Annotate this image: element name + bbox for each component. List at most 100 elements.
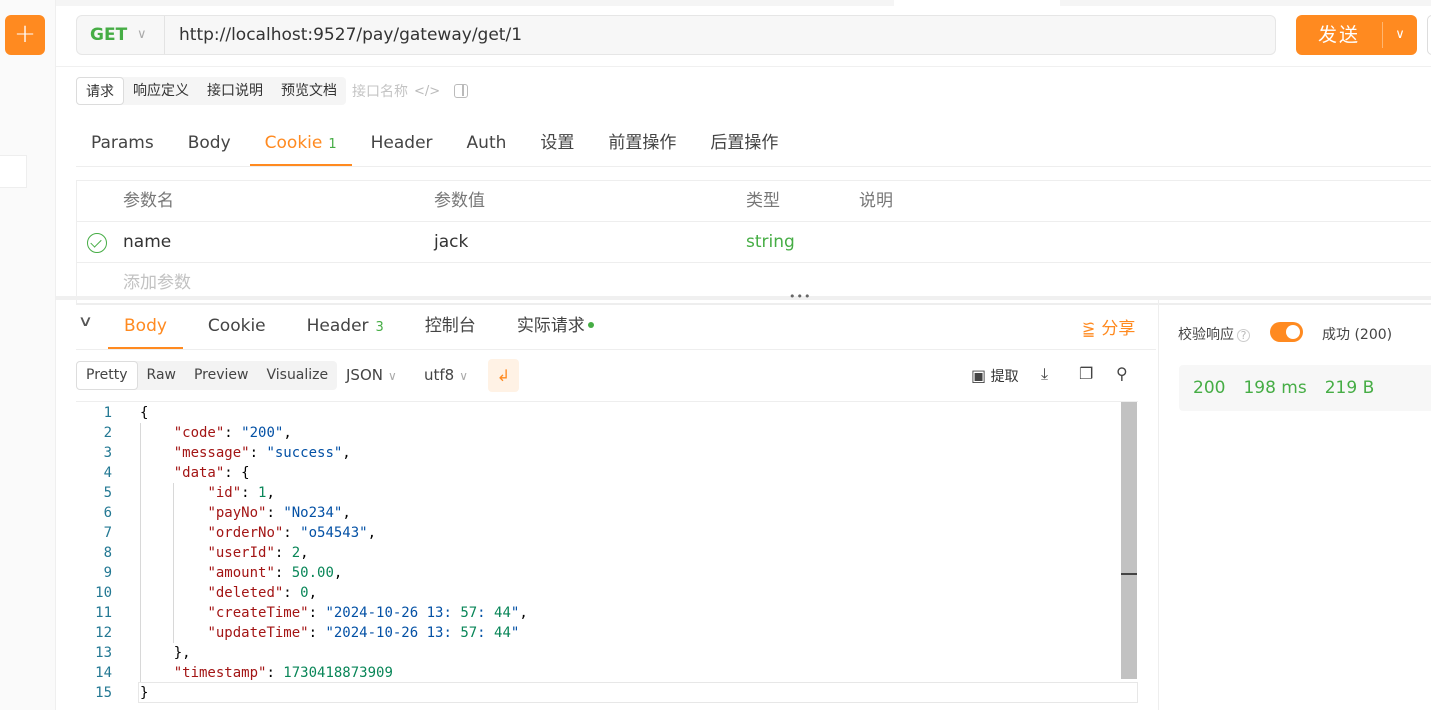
word-wrap-button[interactable]: ↲ — [488, 359, 519, 392]
check-circle-icon[interactable] — [87, 233, 107, 253]
verify-label-text: 校验响应 — [1178, 327, 1234, 343]
code-line: 10 "deleted": 0, — [76, 583, 1116, 603]
tab-label: Params — [91, 133, 154, 153]
count-badge: 3 — [375, 320, 384, 335]
add-button[interactable]: + — [5, 15, 45, 55]
tab-body[interactable]: Body — [173, 122, 246, 166]
code-text: "deleted": 0, — [207, 585, 318, 601]
tab-visualize[interactable]: Visualize — [257, 361, 337, 390]
tab-response-definition[interactable]: 响应定义 — [124, 77, 198, 105]
chevron-down-icon[interactable]: ∨ — [78, 312, 93, 330]
param-name-cell[interactable]: name — [123, 222, 171, 263]
share-icon: ⪠ — [1082, 319, 1096, 338]
chevron-down-icon[interactable]: ∨ — [1383, 15, 1417, 55]
line-number: 12 — [95, 625, 112, 641]
param-type-cell[interactable]: string — [746, 222, 795, 263]
drag-handle-icon[interactable]: ••• — [789, 290, 811, 303]
dropdown-value: JSON — [346, 366, 383, 384]
tab-label: Body — [187, 133, 231, 153]
request-tab-group: 请求 响应定义 接口说明 预览文档 — [76, 77, 346, 105]
method-select[interactable]: GET — [90, 16, 127, 54]
verify-response-label: 校验响应? — [1178, 324, 1250, 344]
tab-label: 后置操作 — [710, 133, 779, 153]
copy-icon[interactable]: ❐ — [1079, 364, 1093, 383]
code-icon[interactable]: </> — [414, 84, 440, 99]
help-icon[interactable]: ? — [1237, 329, 1250, 342]
code-text: "orderNo": "o54543", — [207, 525, 377, 541]
url-input[interactable]: http://localhost:9527/pay/gateway/get/1 — [179, 16, 522, 54]
line-number: 13 — [95, 645, 112, 661]
url-bar: GET ∨ http://localhost:9527/pay/gateway/… — [76, 15, 1276, 55]
tab-response-header[interactable]: Header 3 — [291, 305, 400, 349]
active-top-tab[interactable] — [894, 0, 1060, 6]
tab-label: Auth — [466, 133, 507, 153]
tab-settings[interactable]: 设置 — [525, 122, 589, 166]
chevron-down-icon: ∨ — [387, 369, 397, 383]
code-line: 4 "data": { — [76, 463, 1116, 483]
encoding-dropdown[interactable]: utf8 ∨ — [424, 366, 468, 384]
tab-response-cookie[interactable]: Cookie — [192, 305, 282, 349]
scrollbar[interactable] — [1121, 402, 1137, 679]
tab-params[interactable]: Params — [76, 122, 169, 166]
tab-auth[interactable]: Auth — [452, 122, 522, 166]
pane-splitter[interactable] — [56, 296, 1431, 300]
download-icon[interactable]: ⤓ — [1041, 364, 1048, 384]
tab-label: 前置操作 — [608, 133, 677, 153]
tab-console[interactable]: 控制台 — [409, 305, 492, 349]
status-code: 200 — [1193, 378, 1226, 398]
divider — [76, 349, 1156, 350]
sidebar-search-stub[interactable] — [0, 155, 27, 188]
format-dropdown[interactable]: JSON ∨ — [346, 366, 397, 384]
tab-pretty[interactable]: Pretty — [76, 361, 138, 390]
tab-header[interactable]: Header — [356, 122, 448, 166]
left-sidebar — [0, 0, 56, 710]
line-number: 2 — [103, 425, 112, 441]
extract-label: 提取 — [990, 369, 1019, 385]
send-label[interactable]: 发送 — [1296, 15, 1382, 55]
tab-actual-request[interactable]: 实际请求 — [501, 305, 610, 349]
panel-layout-icon[interactable] — [454, 84, 469, 98]
api-name-input[interactable]: 接口名称 — [352, 81, 408, 101]
code-line: 3 "message": "success", — [76, 443, 1116, 463]
search-icon[interactable]: ⚲ — [1116, 364, 1128, 383]
tab-request[interactable]: 请求 — [76, 77, 124, 105]
line-number: 6 — [103, 505, 112, 521]
tab-label: 设置 — [540, 133, 575, 153]
tab-cookie[interactable]: Cookie 1 — [249, 122, 352, 166]
tab-pre-operations[interactable]: 前置操作 — [593, 122, 691, 166]
tab-post-operations[interactable]: 后置操作 — [695, 122, 793, 166]
tab-preview-doc[interactable]: 预览文档 — [272, 77, 346, 105]
line-number: 7 — [103, 525, 112, 541]
send-button[interactable]: 发送 ∨ — [1296, 15, 1417, 55]
divider — [1158, 300, 1159, 710]
tab-api-description[interactable]: 接口说明 — [198, 77, 272, 105]
tab-label: Header — [306, 316, 369, 336]
code-text: "createTime": "2024-10-26 13: 57: 44", — [207, 605, 528, 621]
param-tabs: Params Body Cookie 1 Header Auth 设置 前置操作 … — [76, 122, 1431, 167]
chevron-down-icon[interactable]: ∨ — [137, 16, 147, 54]
tab-label: 实际请求 — [516, 316, 585, 336]
param-value-cell[interactable]: jack — [434, 222, 468, 263]
extract-button[interactable]: ▣ 提取 — [971, 366, 1019, 386]
line-number: 5 — [103, 485, 112, 501]
code-line: 12 "updateTime": "2024-10-26 13: 57: 44" — [76, 623, 1116, 643]
line-number: 4 — [103, 465, 112, 481]
more-button[interactable] — [1427, 15, 1431, 55]
format-tabs: Pretty Raw Preview Visualize — [76, 361, 338, 390]
share-button[interactable]: ⪠ 分享 — [1082, 314, 1135, 339]
column-header: 参数值 — [434, 191, 485, 211]
column-header: 参数名 — [123, 191, 174, 211]
verify-toggle[interactable] — [1270, 322, 1303, 342]
code-line: 8 "userId": 2, — [76, 543, 1116, 563]
tab-response-body[interactable]: Body — [108, 305, 183, 349]
wrap-icon: ↲ — [496, 366, 511, 385]
table-header: 参数名 参数值 类型 说明 — [77, 181, 1431, 222]
code-text: "code": "200", — [173, 425, 292, 441]
verify-result: 成功 (200) — [1322, 327, 1393, 343]
line-number: 1 — [103, 405, 112, 421]
response-stats: 200 198 ms 219 B — [1179, 365, 1431, 411]
response-code-editor[interactable]: 1{2 "code": "200", 3 "message": "success"… — [76, 401, 1138, 704]
tab-raw[interactable]: Raw — [138, 361, 185, 390]
line-number: 15 — [95, 685, 112, 701]
tab-preview[interactable]: Preview — [185, 361, 258, 390]
